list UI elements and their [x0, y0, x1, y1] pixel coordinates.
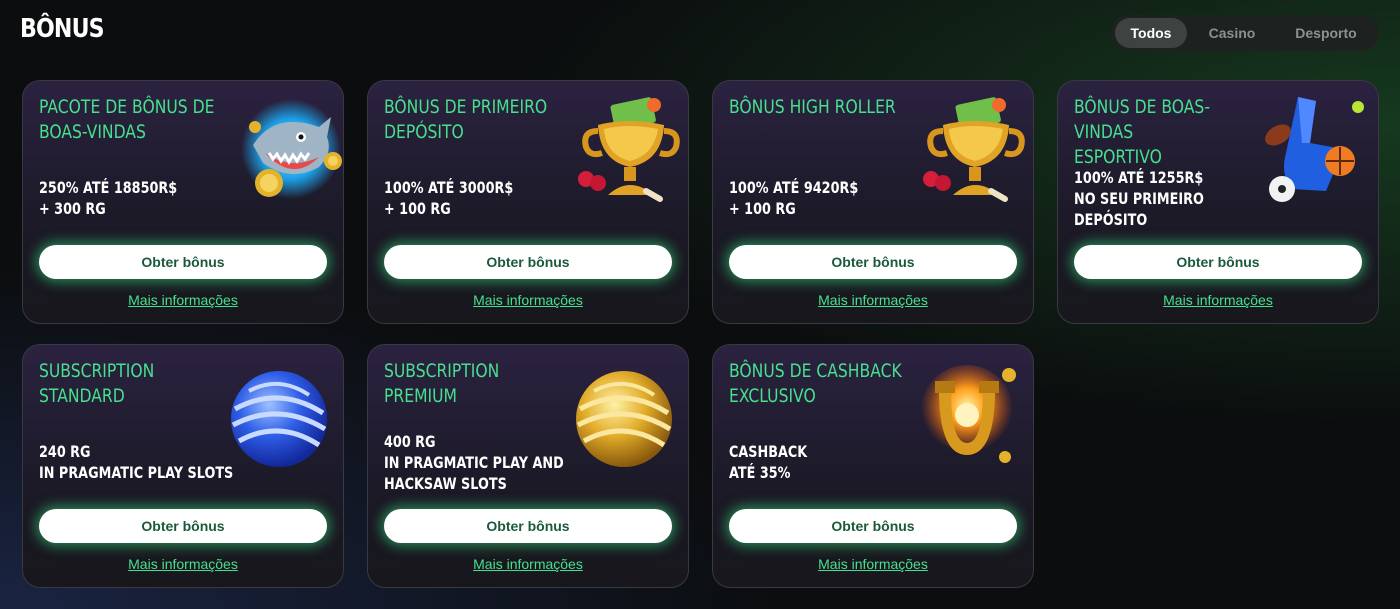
more-info-link[interactable]: Mais informações [23, 556, 343, 572]
card-description: 100% ATÉ 3000R$ + 100 RG [384, 178, 514, 218]
get-bonus-button[interactable]: Obter bônus [1074, 245, 1362, 279]
get-bonus-button[interactable]: Obter bônus [39, 509, 327, 543]
card-title: BÔNUS DE PRIMEIRO DEPÓSITO [384, 96, 548, 143]
bonus-card-subscription-standard: SUBSCRIPTION STANDARD 240 RG IN PRAGMATIC… [22, 344, 344, 588]
card-title: BÔNUS DE BOAS-VINDAS ESPORTIVO [1074, 96, 1210, 168]
bonus-card-first-deposit: BÔNUS DE PRIMEIRO DEPÓSITO 100% ATÉ 3000R… [367, 80, 689, 324]
card-description: 400 RG IN PRAGMATIC PLAY AND HACKSAW SLOTS [384, 432, 564, 493]
card-description: 240 RG IN PRAGMATIC PLAY SLOTS [39, 442, 234, 482]
more-info-link[interactable]: Mais informações [368, 292, 688, 308]
card-title: PACOTE DE BÔNUS DE BOAS-VINDAS [39, 96, 215, 143]
shark-icon [241, 99, 342, 199]
bonus-card-subscription-premium: SUBSCRIPTION PREMIUM 400 RG IN PRAGMATIC … [367, 344, 689, 588]
card-description: CASHBACK ATÉ 35% [729, 442, 808, 482]
tab-casino[interactable]: Casino [1187, 18, 1277, 48]
more-info-link[interactable]: Mais informações [713, 292, 1033, 308]
more-info-link[interactable]: Mais informações [1058, 292, 1378, 308]
get-bonus-button[interactable]: Obter bônus [384, 245, 672, 279]
bonus-card-high-roller: BÔNUS HIGH ROLLER 100% ATÉ 9420R$ + 100 R… [712, 80, 1034, 324]
card-title: BÔNUS DE CASHBACK EXCLUSIVO [729, 360, 902, 407]
bonus-card-welcome-package: PACOTE DE BÔNUS DE BOAS-VINDAS 250% ATÉ 1… [22, 80, 344, 324]
bonus-card-sports-welcome: BÔNUS DE BOAS-VINDAS ESPORTIVO 100% ATÉ 1… [1057, 80, 1379, 324]
page-title: BÔNUS [20, 14, 105, 44]
get-bonus-button[interactable]: Obter bônus [39, 245, 327, 279]
card-title: BÔNUS HIGH ROLLER [729, 96, 896, 118]
card-description: 100% ATÉ 1255R$ NO SEU PRIMEIRO DEPÓSITO [1074, 168, 1204, 229]
card-title: SUBSCRIPTION STANDARD [39, 360, 155, 407]
filter-tabs: Todos Casino Desporto [1111, 15, 1379, 51]
card-description: 100% ATÉ 9420R$ + 100 RG [729, 178, 859, 218]
tab-todos[interactable]: Todos [1115, 18, 1187, 48]
get-bonus-button[interactable]: Obter bônus [729, 245, 1017, 279]
more-info-link[interactable]: Mais informações [368, 556, 688, 572]
more-info-link[interactable]: Mais informações [23, 292, 343, 308]
get-bonus-button[interactable]: Obter bônus [729, 509, 1017, 543]
tab-desporto[interactable]: Desporto [1277, 18, 1375, 48]
card-description: 250% ATÉ 18850R$ + 300 RG [39, 178, 178, 218]
bonus-card-exclusive-cashback: BÔNUS DE CASHBACK EXCLUSIVO CASHBACK ATÉ 3… [712, 344, 1034, 588]
get-bonus-button[interactable]: Obter bônus [384, 509, 672, 543]
card-title: SUBSCRIPTION PREMIUM [384, 360, 500, 407]
more-info-link[interactable]: Mais informações [713, 556, 1033, 572]
